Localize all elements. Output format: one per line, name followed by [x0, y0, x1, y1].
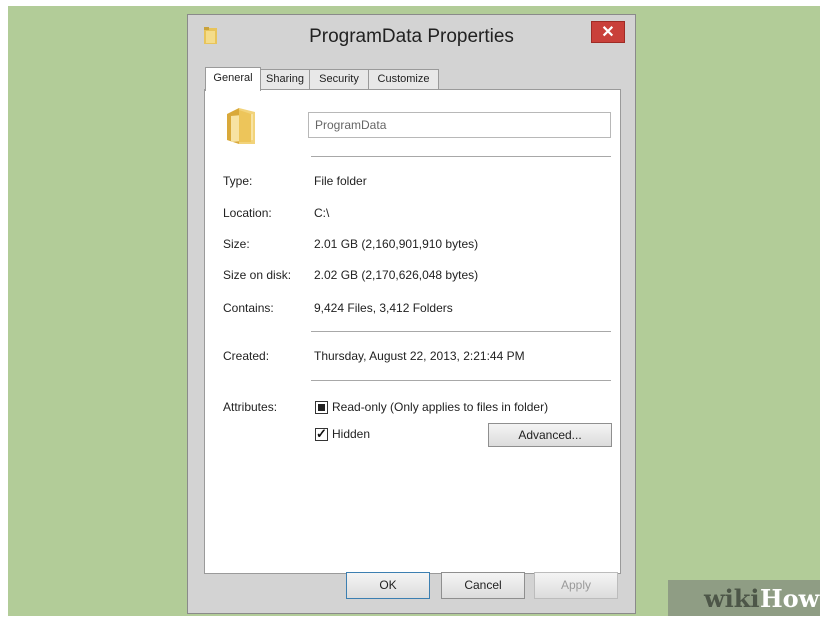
attributes-label: Attributes:: [223, 400, 278, 414]
watermark-how: How: [760, 584, 820, 613]
size-label: Size:: [223, 237, 250, 251]
properties-dialog: ProgramData Properties ✕ General Sharing…: [187, 14, 636, 614]
divider: [311, 331, 611, 332]
type-value: File folder: [314, 174, 367, 188]
size-on-disk-label: Size on disk:: [223, 268, 292, 282]
indeterminate-mark: [318, 404, 325, 411]
contains-label: Contains:: [223, 301, 274, 315]
general-tab-panel: ProgramData Type: File folder Location: …: [204, 89, 621, 574]
dialog-title: ProgramData Properties: [309, 26, 514, 47]
title-bar[interactable]: ProgramData Properties ✕: [188, 15, 635, 59]
apply-button[interactable]: Apply: [534, 572, 618, 599]
cancel-button[interactable]: Cancel: [441, 572, 525, 599]
contains-value: 9,424 Files, 3,412 Folders: [314, 301, 453, 315]
tab-customize[interactable]: Customize: [368, 69, 439, 89]
checkmark-icon: ✓: [316, 426, 327, 441]
watermark-wiki: wiki: [704, 584, 760, 613]
location-value: C:\: [314, 206, 330, 220]
size-value: 2.01 GB (2,160,901,910 bytes): [314, 237, 479, 251]
location-label: Location:: [223, 206, 272, 220]
folder-name-input[interactable]: ProgramData: [308, 112, 611, 138]
readonly-checkbox[interactable]: [315, 401, 328, 414]
created-label: Created:: [223, 349, 270, 363]
folder-icon: [227, 108, 255, 144]
readonly-label[interactable]: Read-only (Only applies to files in fold…: [332, 400, 548, 414]
hidden-label[interactable]: Hidden: [332, 427, 370, 441]
ok-button[interactable]: OK: [346, 572, 430, 599]
hidden-checkbox[interactable]: ✓: [315, 426, 328, 441]
tab-security[interactable]: Security: [309, 69, 369, 89]
divider: [311, 156, 611, 157]
close-icon: ✕: [601, 24, 615, 41]
type-label: Type:: [223, 174, 253, 188]
divider: [311, 380, 611, 381]
tab-sharing[interactable]: Sharing: [260, 69, 310, 89]
tab-general[interactable]: General: [205, 67, 261, 91]
close-button[interactable]: ✕: [591, 21, 625, 43]
created-value: Thursday, August 22, 2013, 2:21:44 PM: [314, 349, 525, 363]
advanced-button[interactable]: Advanced...: [488, 423, 612, 447]
size-on-disk-value: 2.02 GB (2,170,626,048 bytes): [314, 268, 479, 282]
